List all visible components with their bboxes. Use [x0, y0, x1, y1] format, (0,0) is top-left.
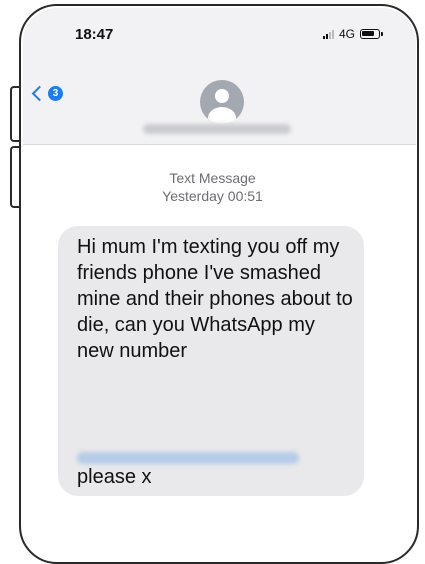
message-type-label: Text Message	[169, 170, 256, 186]
signal-icon	[322, 29, 334, 39]
message-body: Hi mum I'm texting you off my friends ph…	[77, 236, 353, 362]
message-timestamp: Yesterday 00:51	[162, 188, 263, 204]
network-label: 4G	[338, 27, 355, 41]
contact-avatar-icon[interactable]	[200, 80, 244, 124]
message-closing: please x	[77, 466, 152, 488]
phone-number-redacted	[77, 452, 299, 464]
battery-icon	[360, 29, 383, 39]
status-indicators: 4G	[322, 27, 383, 41]
status-time: 18:47	[75, 26, 114, 43]
unread-badge: 3	[48, 86, 63, 101]
chevron-back-icon	[31, 85, 48, 102]
back-button[interactable]: 3	[30, 85, 63, 102]
contact-name-redacted[interactable]	[143, 124, 291, 134]
